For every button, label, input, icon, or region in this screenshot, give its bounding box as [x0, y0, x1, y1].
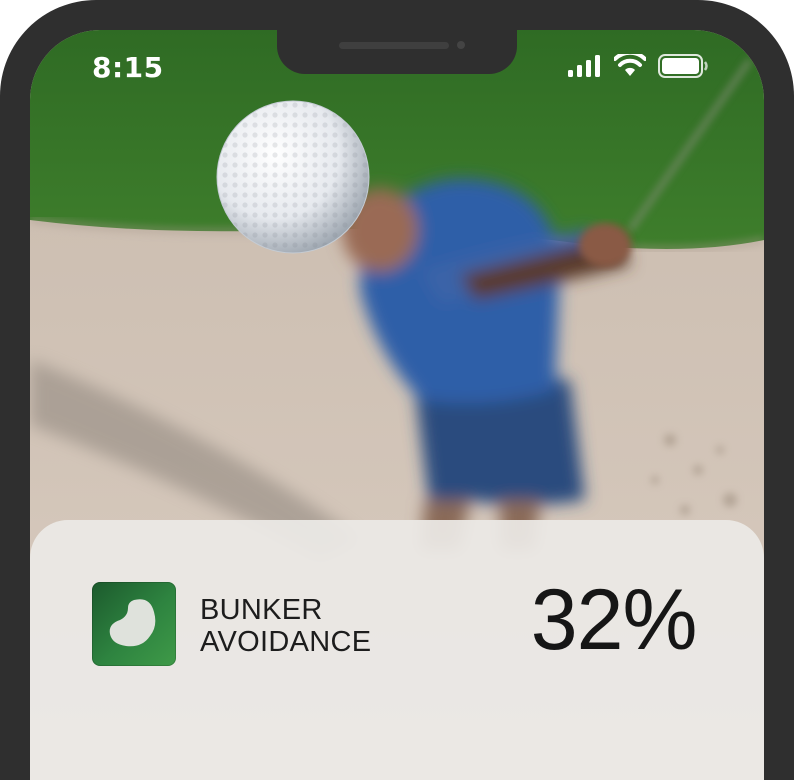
stat-label: BUNKER AVOIDANCE: [200, 594, 371, 658]
stat-label-line1: BUNKER: [200, 594, 323, 626]
status-icons: [568, 54, 708, 78]
stat-label-line2: AVOIDANCE: [200, 626, 372, 658]
cellular-signal-icon: [568, 55, 600, 77]
bunker-icon: [92, 582, 176, 666]
phone-frame: 8:15 BUNKER AVOIDANCE 32%: [0, 0, 794, 780]
wifi-icon: [614, 54, 646, 76]
bunker-avoidance-card[interactable]: BUNKER AVOIDANCE 32%: [30, 520, 764, 780]
stat-value: 32%: [530, 572, 698, 668]
status-time: 8:15: [92, 51, 164, 84]
battery-icon: [658, 54, 708, 78]
phone-screen: 8:15 BUNKER AVOIDANCE 32%: [30, 30, 764, 780]
status-bar: 8:15: [30, 30, 764, 110]
